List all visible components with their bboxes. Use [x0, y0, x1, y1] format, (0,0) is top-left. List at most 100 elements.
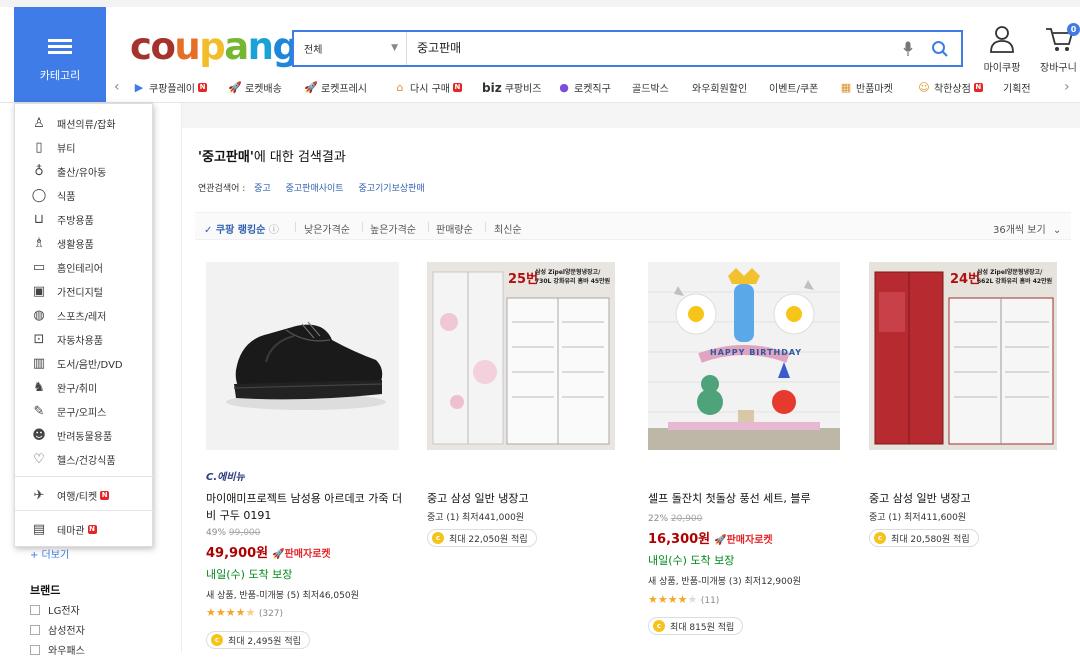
category-item[interactable]: ☻ 반려동물용품: [15, 423, 154, 447]
related-link[interactable]: 중고기기보상판매: [358, 184, 424, 194]
biz-logo: biz: [482, 80, 502, 95]
nav-item[interactable]: 🚀 로켓배송: [228, 80, 282, 96]
nav-item[interactable]: ⌂ 다시 구매 N: [393, 80, 462, 95]
category-item[interactable]: ◯ 식품: [15, 183, 154, 207]
overlay-caption: 삼성 Zipel양문형냉장고/ 662L 강화유리 홈바 42만원: [977, 269, 1053, 285]
brand-filter-item[interactable]: LG전자: [30, 602, 80, 617]
coupang-logo[interactable]: coupang: [130, 25, 299, 69]
product-title[interactable]: 중고 삼성 일반 냉장고: [427, 490, 617, 507]
checkbox[interactable]: [30, 644, 40, 655]
brand-label: 와우패스: [48, 646, 85, 657]
checkbox[interactable]: [30, 624, 40, 635]
reward-badge: c 최대 20,580원 적립: [869, 529, 979, 547]
coin-icon: c: [211, 634, 223, 646]
category-label: 출산/유아동: [57, 167, 107, 179]
related-link[interactable]: 중고: [254, 184, 271, 194]
nav-item[interactable]: ☺ 착한상점 N: [917, 80, 983, 95]
refrigerator-image: [427, 262, 615, 450]
category-item[interactable]: ♙ 패션의류/잡화: [15, 111, 154, 135]
sort-high-price[interactable]: 높은가격순: [370, 221, 416, 236]
my-coupang-button[interactable]: 마이쿠팡: [978, 25, 1026, 74]
option-info[interactable]: 새 상품, 반품-미개봉 (3) 최저12,900원: [648, 574, 801, 587]
nav-item[interactable]: ● 로켓직구: [557, 80, 611, 96]
brand-filter-item[interactable]: 와우패스: [30, 642, 85, 657]
option-info[interactable]: 중고 (1) 최저441,000원: [427, 510, 524, 523]
brand-filter-item[interactable]: 삼성전자: [30, 622, 85, 637]
cart-button[interactable]: 0 장바구니: [1036, 23, 1080, 74]
nav-item[interactable]: 🚀 로켓프레시: [304, 80, 367, 96]
divider: [295, 222, 296, 232]
house-icon: ⌂: [396, 80, 404, 94]
ball-icon: ◍: [33, 307, 45, 323]
sort-latest[interactable]: 최신순: [494, 221, 522, 236]
nav-item-label: 착한상점: [934, 84, 971, 95]
category-item[interactable]: ▭ 홈인테리어: [15, 255, 154, 279]
product-title[interactable]: 셀프 돌잔치 첫돌상 풍선 세트, 블루: [648, 490, 848, 507]
category-item[interactable]: ✎ 문구/오피스: [15, 399, 154, 423]
category-item[interactable]: ♡ 헬스/건강식품: [15, 447, 154, 471]
search-icon[interactable]: [931, 40, 949, 58]
bottle-icon: ♗: [33, 235, 45, 251]
nav-item[interactable]: ▦ 반품마켓: [839, 80, 893, 96]
nav-item[interactable]: biz 쿠팡비즈: [482, 80, 542, 96]
nav-item[interactable]: 골드박스: [632, 80, 669, 95]
sort-low-price[interactable]: 낮은가격순: [304, 221, 350, 236]
nav-item[interactable]: ▶ 쿠팡플레이 N: [132, 80, 207, 95]
related-link[interactable]: 중고판매사이트: [286, 184, 344, 194]
coin-icon: c: [653, 620, 665, 632]
product-title[interactable]: 중고 삼성 일반 냉장고: [869, 490, 1059, 507]
brand-label: LG전자: [48, 606, 80, 617]
sort-ranking-label: 쿠팡 랭킹순: [215, 225, 266, 236]
product-title[interactable]: 마이애미프로젝트 남성용 아르데코 가죽 더비 구두 0191: [206, 490, 406, 524]
nav-item[interactable]: 이벤트/쿠폰: [769, 80, 818, 95]
toy-icon: ♞: [33, 379, 45, 395]
divider: [485, 222, 486, 232]
sort-ranking[interactable]: ✓ 쿠팡 랭킹순 ⓘ: [204, 221, 279, 236]
option-info[interactable]: 새 상품, 반품-미개봉 (5) 최저46,050원: [206, 588, 359, 601]
top-strip: [0, 0, 1080, 7]
product-image[interactable]: HAPPY BIRTHDAY 1: [648, 262, 840, 450]
view-count-select[interactable]: 36개씩 보기 ⌄: [993, 221, 1061, 236]
category-item[interactable]: ▯ 뷰티: [15, 135, 154, 159]
category-label: 완구/취미: [57, 383, 98, 395]
search-result-title: '중고판매'에 대한 검색결과: [198, 146, 346, 165]
sort-sales[interactable]: 판매량순: [436, 221, 473, 236]
product-image[interactable]: 25번 삼성 Zipel양문형냉장고/ 730L 강화유리 홈바 45만원: [427, 262, 615, 450]
category-label: 식품: [57, 191, 76, 203]
new-badge: N: [87, 524, 97, 534]
category-label: 자동차용품: [57, 335, 103, 347]
price-row: 49,900원 🚀판매자로켓: [206, 542, 331, 561]
category-item[interactable]: ▣ 가전디지털: [15, 279, 154, 303]
info-icon[interactable]: ⓘ: [269, 225, 279, 236]
category-menu-button[interactable]: 카테고리: [14, 7, 106, 102]
nav-item[interactable]: 와우회원할인: [692, 80, 747, 95]
search-input[interactable]: 중고판매: [417, 32, 461, 65]
sort-bar: ✓ 쿠팡 랭킹순 ⓘ 낮은가격순 높은가격순 판매량순 최신순 36개씩 보기 …: [195, 212, 1071, 240]
category-item[interactable]: ▥ 도서/음반/DVD: [15, 351, 154, 375]
category-item[interactable]: ⊔ 주방용품: [15, 207, 154, 231]
category-label: 문구/오피스: [57, 407, 107, 419]
nav-item[interactable]: 기획전: [1003, 80, 1031, 95]
more-categories-link[interactable]: + 더보기: [30, 546, 69, 561]
checkbox[interactable]: [30, 604, 40, 615]
discount-row: 49% 99,000: [206, 528, 260, 538]
category-item[interactable]: ♗ 생활용품: [15, 231, 154, 255]
category-label: 카테고리: [39, 69, 81, 82]
category-item[interactable]: ♞ 완구/취미: [15, 375, 154, 399]
option-info[interactable]: 중고 (1) 최저411,600원: [869, 510, 966, 523]
category-label: 반려동물용품: [57, 431, 113, 443]
product-image[interactable]: [206, 262, 399, 450]
microphone-icon[interactable]: [903, 41, 913, 57]
nav-next-arrow[interactable]: ›: [1064, 79, 1070, 95]
category-item[interactable]: ▤ 테마관 N: [15, 517, 154, 541]
nav-prev-arrow[interactable]: ‹: [114, 79, 120, 95]
category-item[interactable]: ✈ 여행/티켓 N: [15, 483, 154, 507]
category-item[interactable]: ⊡ 자동차용품: [15, 327, 154, 351]
product-image[interactable]: 24번 삼성 Zipel양문형냉장고/ 662L 강화유리 홈바 42만원: [869, 262, 1057, 450]
search-scope-select[interactable]: 전체 ▼: [294, 32, 407, 65]
category-label: 여행/티켓: [57, 491, 98, 503]
category-item[interactable]: ♁ 출산/유아동: [15, 159, 154, 183]
delivery-info: 내일(수) 도착 보장: [206, 568, 293, 581]
globe-icon: ●: [559, 80, 569, 94]
category-item[interactable]: ◍ 스포츠/레저: [15, 303, 154, 327]
